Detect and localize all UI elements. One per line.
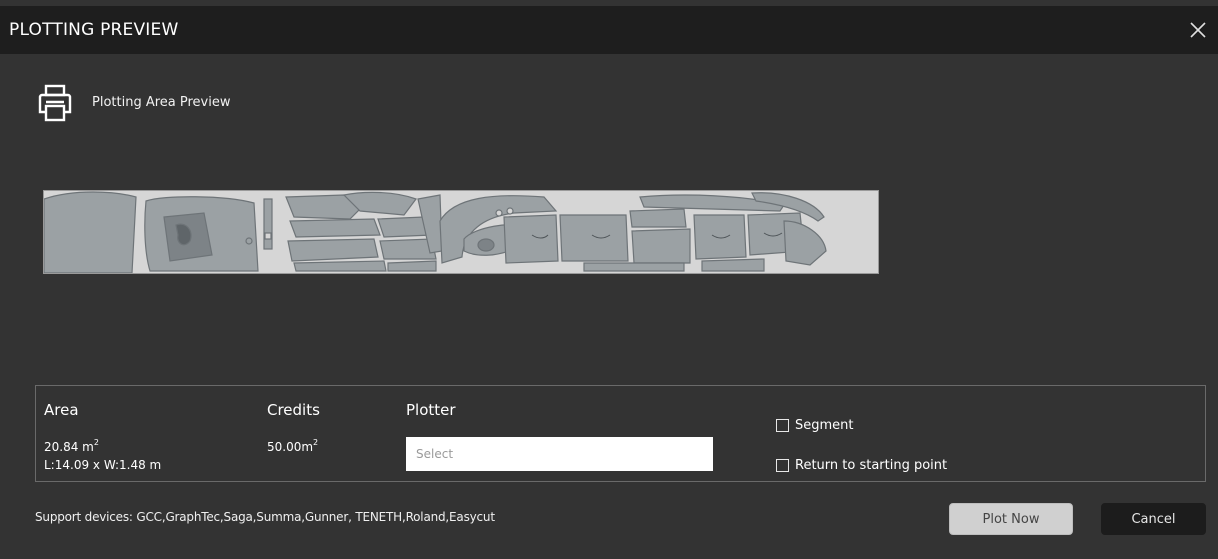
area-dimensions: L:14.09 x W:1.48 m (44, 458, 162, 472)
plotting-area-preview (43, 190, 879, 274)
area-unit-superscript: 2 (93, 438, 99, 447)
credits-label: Credits (267, 401, 320, 419)
segment-option[interactable]: Segment (776, 418, 854, 433)
plotting-preview-dialog: PLOTTING PREVIEW Plotting Area Preview A… (0, 0, 1218, 559)
area-label: Area (44, 401, 79, 419)
section-title: Plotting Area Preview (92, 95, 231, 110)
printer-icon (37, 82, 73, 124)
title-bar: PLOTTING PREVIEW (0, 6, 1218, 54)
credits-unit-superscript: 2 (313, 438, 319, 447)
plotter-label: Plotter (406, 401, 456, 419)
plot-info-panel: Area 20.84 m2 L:14.09 x W:1.48 m Credits… (35, 385, 1206, 482)
credits-value: 50.00m2 (267, 438, 319, 455)
close-icon[interactable] (1186, 18, 1210, 42)
area-value: 20.84 m2 (44, 438, 99, 455)
dialog-title: PLOTTING PREVIEW (9, 20, 179, 40)
segment-label: Segment (795, 418, 854, 433)
segment-checkbox[interactable] (776, 419, 789, 432)
plotter-select-input[interactable] (406, 437, 713, 471)
return-to-start-checkbox[interactable] (776, 459, 789, 472)
cancel-button[interactable]: Cancel (1101, 503, 1206, 535)
supported-devices-text: Support devices: GCC,GraphTec,Saga,Summa… (35, 510, 495, 524)
return-to-start-option[interactable]: Return to starting point (776, 458, 947, 473)
return-to-start-label: Return to starting point (795, 458, 948, 473)
plot-now-button[interactable]: Plot Now (949, 503, 1073, 535)
